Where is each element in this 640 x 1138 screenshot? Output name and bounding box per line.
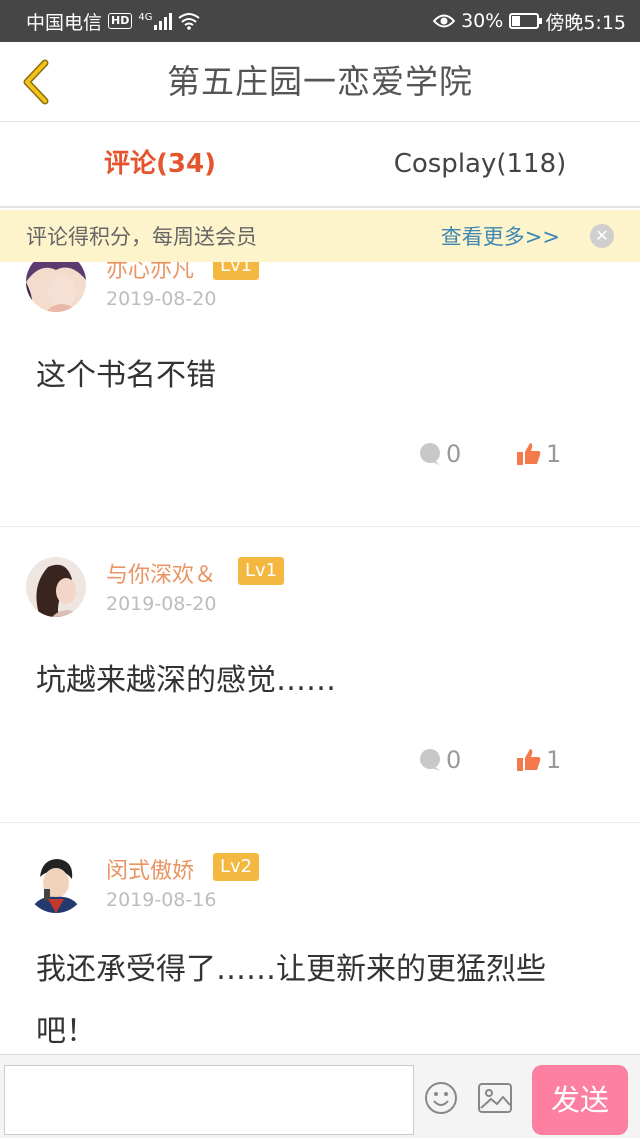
banner-text: 评论得积分，每周送会员 [26, 225, 257, 249]
tab-comments[interactable]: 评论(34) [0, 122, 320, 206]
tab-cosplay[interactable]: Cosplay(118) [320, 122, 640, 206]
comment-item: 与你深欢＆ Lv1 2019-08-20 坑越来越深的感觉…… 0 1 [0, 527, 640, 823]
comment-date: 2019-08-16 [106, 889, 217, 911]
comment-input[interactable] [4, 1065, 414, 1135]
comment-username[interactable]: 闵式傲娇 [106, 853, 194, 885]
comment-username[interactable]: 亦心亦凡 [106, 262, 194, 284]
thumbs-up-icon [517, 749, 541, 771]
comment-list[interactable]: 亦心亦凡 Lv1 2019-08-20 这个书名不错 0 1 与你深欢＆ Lv1… [0, 262, 640, 1054]
comment-text: 这个书名不错 [36, 358, 216, 393]
comment-actions: 0 1 [0, 440, 640, 480]
page-title: 第五庄园一恋爱学院 [167, 62, 473, 101]
like-button[interactable]: 1 [516, 440, 561, 468]
comment-username[interactable]: 与你深欢＆ [106, 557, 216, 589]
like-button[interactable]: 1 [516, 746, 561, 774]
battery-icon [509, 13, 543, 29]
status-bar: 中国电信 HD 4G 30% 傍晚5:15 [0, 0, 640, 42]
image-button[interactable] [478, 1083, 512, 1113]
comment-bubble-icon [420, 443, 440, 465]
comment-date: 2019-08-20 [106, 288, 217, 310]
level-badge: Lv2 [213, 853, 260, 881]
like-count: 1 [546, 746, 562, 774]
hd-badge: HD [108, 13, 133, 29]
battery-percent: 30% [461, 10, 504, 32]
comment-date: 2019-08-20 [106, 593, 217, 615]
level-badge: Lv1 [238, 557, 285, 585]
comment-text: 我还承受得了……让更新来的更猛烈些吧！ [36, 952, 546, 1049]
chevron-left-icon [23, 59, 49, 105]
avatar[interactable] [26, 557, 86, 617]
network-type: 4G [138, 12, 153, 23]
emoji-button[interactable] [424, 1081, 458, 1115]
avatar[interactable] [26, 262, 86, 312]
level-badge: Lv1 [213, 262, 260, 280]
avatar[interactable] [26, 853, 86, 913]
smiley-icon [425, 1082, 457, 1114]
reply-button[interactable]: 0 [418, 440, 461, 468]
close-icon[interactable]: ✕ [590, 224, 614, 248]
thumbs-up-icon [517, 443, 541, 465]
comment-input-bar: 发送 [0, 1054, 640, 1138]
points-banner: 评论得积分，每周送会员 查看更多>> ✕ [0, 210, 640, 262]
like-count: 1 [546, 440, 562, 468]
reply-count: 0 [446, 746, 462, 774]
tab-bar: 评论(34) Cosplay(118) [0, 122, 640, 208]
signal-icon: 4G [138, 12, 173, 30]
back-button[interactable] [16, 58, 56, 106]
comment-bubble-icon [420, 749, 440, 771]
comment-item: 亦心亦凡 Lv1 2019-08-20 这个书名不错 0 1 [0, 262, 640, 527]
image-icon [478, 1083, 512, 1113]
banner-more-link[interactable]: 查看更多>> [441, 221, 560, 251]
status-left: 中国电信 HD 4G [26, 8, 201, 35]
eye-icon [433, 14, 456, 28]
nav-bar: 第五庄园一恋爱学院 [0, 42, 640, 122]
status-right: 30% 傍晚5:15 [433, 8, 626, 35]
clock: 傍晚5:15 [545, 11, 626, 34]
comment-actions: 0 1 [0, 746, 640, 786]
comment-text: 坑越来越深的感觉…… [36, 663, 336, 698]
send-button[interactable]: 发送 [532, 1065, 628, 1135]
carrier-label: 中国电信 [26, 11, 103, 34]
comment-item: 闵式傲娇 Lv2 2019-08-16 我还承受得了……让更新来的更猛烈些吧！ [0, 823, 640, 1054]
reply-button[interactable]: 0 [418, 746, 461, 774]
reply-count: 0 [446, 440, 462, 468]
wifi-icon [178, 13, 201, 30]
